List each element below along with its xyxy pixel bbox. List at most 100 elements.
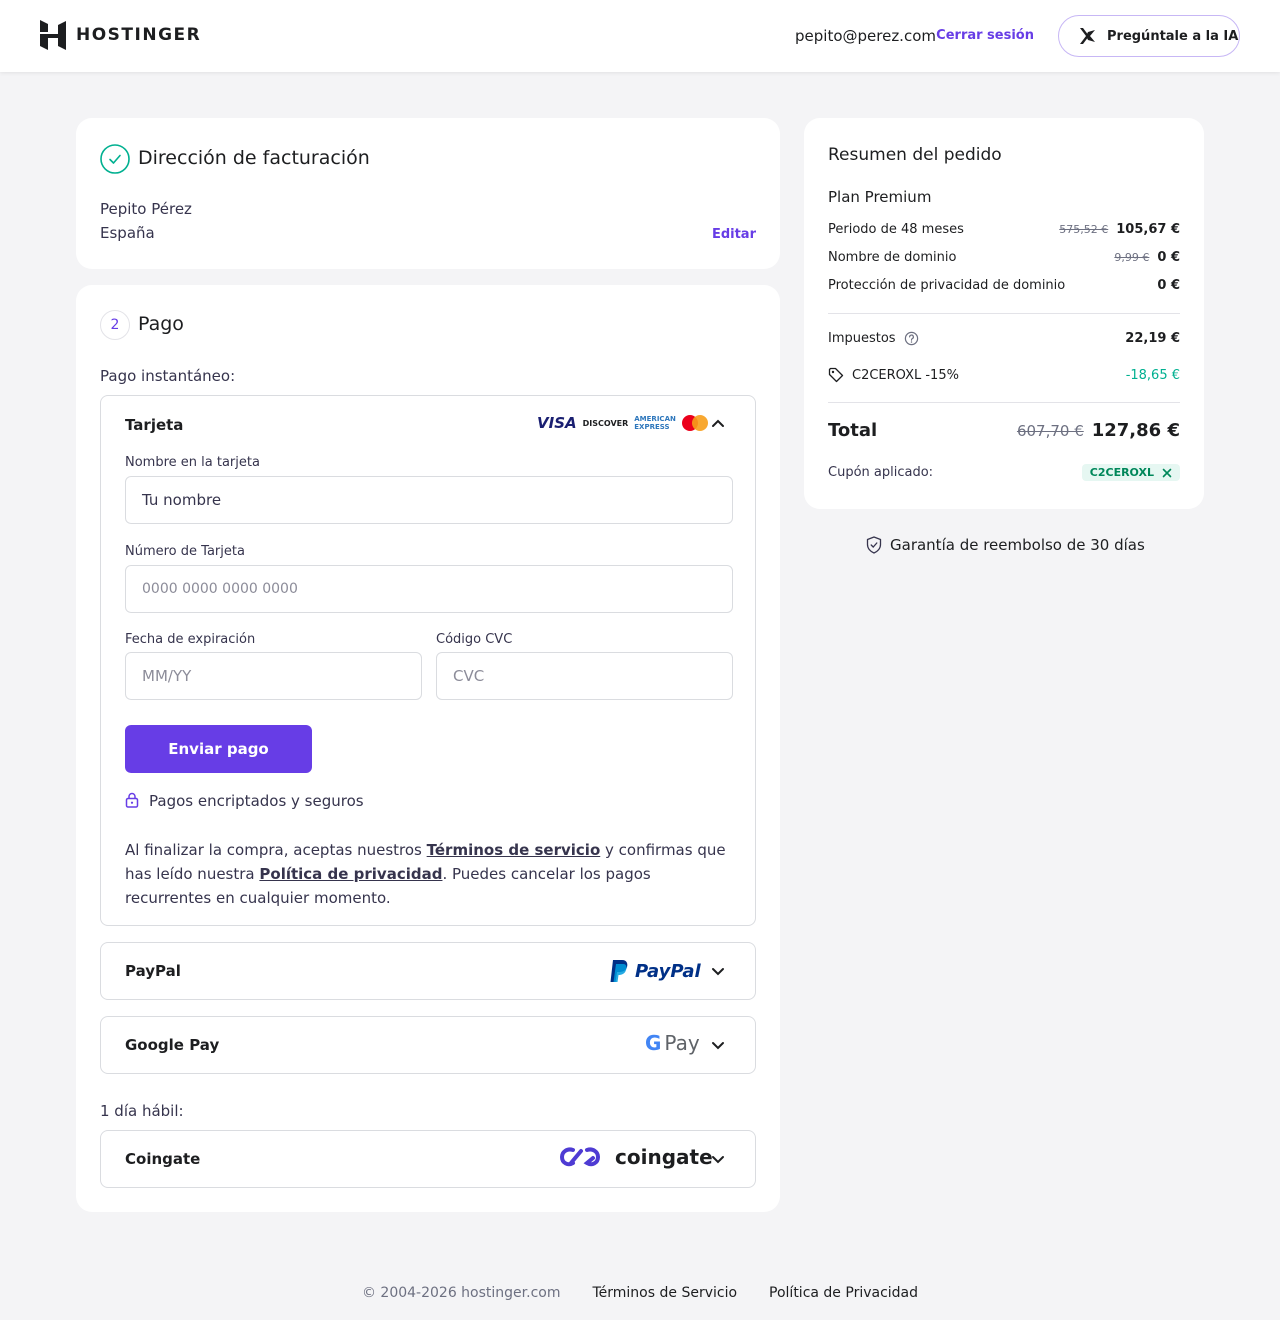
google-pay-logo-text: Pay <box>664 1031 700 1055</box>
mastercard-logo-icon <box>681 415 708 431</box>
payment-title: Pago <box>138 313 184 335</box>
submit-payment-button[interactable]: Enviar pago <box>125 725 312 773</box>
tag-icon <box>828 367 844 383</box>
order-summary-card: Resumen del pedido Plan Premium Periodo … <box>804 118 1204 509</box>
shield-check-icon <box>866 536 882 554</box>
paypal-logo-text: PayPal <box>635 960 701 982</box>
billing-title: Dirección de facturación <box>138 147 370 169</box>
footer-copyright: © 2004-2026 hostinger.com <box>361 1285 561 1301</box>
billing-country: España <box>100 224 155 242</box>
ask-ai-label: Pregúntale a la IA <box>1107 28 1239 44</box>
plan-name: Plan Premium <box>828 188 932 206</box>
summary-row-total: Total 607,70 € 127,86 € <box>828 420 1180 441</box>
row-price: 0 € <box>1157 278 1180 293</box>
chevron-down-icon[interactable] <box>711 1041 725 1051</box>
card-method-label[interactable]: Tarjeta <box>125 416 183 434</box>
paypal-label: PayPal <box>125 962 181 980</box>
summary-divider <box>828 402 1180 403</box>
visa-logo: VISA <box>537 414 577 432</box>
paypal-logo: PayPal <box>609 959 701 983</box>
expiry-input[interactable]: MM/YY <box>125 652 422 700</box>
step-number-badge: 2 <box>100 310 130 340</box>
ask-ai-button[interactable]: Pregúntale a la IA <box>1058 15 1240 57</box>
card-brand-logos: VISA DISCOVER AMERICAN EXPRESS <box>537 414 708 432</box>
row-old-price: 9,99 € <box>1114 251 1150 264</box>
terms-text-1: Al finalizar la compra, aceptas nuestros <box>125 841 427 859</box>
card-name-label: Nombre en la tarjeta <box>125 455 260 470</box>
amex-logo: AMERICAN EXPRESS <box>634 415 676 431</box>
card-number-label: Número de Tarjeta <box>125 544 245 559</box>
page-footer: © 2004-2026 hostinger.com Términos de Se… <box>0 1285 1280 1301</box>
taxes-label: Impuestos <box>828 331 896 346</box>
row-label: Nombre de dominio <box>828 250 957 265</box>
coingate-logo-text: coingate <box>615 1145 713 1169</box>
summary-row-taxes: Impuestos 22,19 € <box>828 331 1180 346</box>
google-pay-logo: G Pay <box>645 1031 700 1055</box>
cvc-input[interactable]: CVC <box>436 652 733 700</box>
total-price: 127,86 € <box>1091 420 1180 441</box>
edit-billing-link[interactable]: Editar <box>712 227 756 242</box>
paypal-p-icon <box>610 960 628 982</box>
hostinger-logo[interactable]: HOSTINGER <box>40 20 201 50</box>
hostinger-logo-icon <box>40 20 66 50</box>
check-circle-icon <box>100 144 130 174</box>
row-label: Periodo de 48 meses <box>828 222 964 237</box>
summary-row-domain: Nombre de dominio 9,99 € 0 € <box>828 250 1180 265</box>
row-label: Protección de privacidad de dominio <box>828 278 1066 293</box>
instant-payment-label: Pago instantáneo: <box>100 367 236 385</box>
guarantee-text: Garantía de reembolso de 30 días <box>890 536 1145 554</box>
top-header: HOSTINGER pepito@perez.com Cerrar sesión… <box>0 0 1280 72</box>
user-email: pepito@perez.com <box>795 27 936 45</box>
ai-sparkle-icon <box>1080 28 1095 44</box>
coupon-chip: C2CEROXL <box>1081 464 1180 481</box>
summary-row-coupon: C2CEROXL -15% -18,65 € <box>828 367 1180 383</box>
summary-row-coupon-applied: Cupón aplicado: C2CEROXL <box>828 464 1180 481</box>
coingate-payment-method[interactable]: Coingate coingate <box>100 1130 756 1188</box>
row-old-price: 575,52 € <box>1059 223 1109 236</box>
coupon-line-label: C2CEROXL -15% <box>852 367 959 383</box>
coupon-applied-label: Cupón aplicado: <box>828 465 934 480</box>
chevron-up-icon[interactable] <box>711 418 725 428</box>
row-price: 105,67 € <box>1116 222 1180 237</box>
taxes-value: 22,19 € <box>1125 331 1180 346</box>
chevron-down-icon[interactable] <box>711 1155 725 1165</box>
google-pay-payment-method[interactable]: Google Pay G Pay <box>100 1016 756 1074</box>
help-circle-icon[interactable] <box>904 331 919 346</box>
secure-payments-text: Pagos encriptados y seguros <box>149 792 364 810</box>
summary-row-privacy: Protección de privacidad de dominio 0 € <box>828 278 1180 293</box>
coingate-label: Coingate <box>125 1150 201 1168</box>
total-old-price: 607,70 € <box>1016 422 1084 440</box>
summary-divider <box>828 313 1180 314</box>
google-pay-label: Google Pay <box>125 1036 220 1054</box>
card-name-input[interactable]: Tu nombre <box>125 476 733 524</box>
row-price: 0 € <box>1157 250 1180 265</box>
footer-privacy-link[interactable]: Política de Privacidad <box>769 1285 918 1301</box>
coupon-code: C2CEROXL <box>1089 466 1154 479</box>
remove-coupon-icon[interactable] <box>1162 468 1172 478</box>
summary-title: Resumen del pedido <box>828 145 1002 165</box>
logo-text: HOSTINGER <box>76 25 202 45</box>
footer-terms-link[interactable]: Términos de Servicio <box>592 1285 737 1301</box>
card-number-input[interactable]: 0000 0000 0000 0000 <box>125 565 733 613</box>
card-payment-method: Tarjeta VISA DISCOVER AMERICAN EXPRESS N… <box>100 395 756 926</box>
cvc-label: Código CVC <box>436 632 513 647</box>
discover-logo: DISCOVER <box>582 418 629 428</box>
terms-of-service-link[interactable]: Términos de servicio <box>427 841 601 859</box>
total-label: Total <box>828 420 878 441</box>
lock-icon <box>125 792 139 808</box>
billing-name: Pepito Pérez <box>100 200 192 218</box>
business-day-label: 1 día hábil: <box>100 1102 184 1120</box>
chevron-down-icon[interactable] <box>711 967 725 977</box>
amex-line-1: AMERICAN <box>634 415 676 423</box>
logout-link[interactable]: Cerrar sesión <box>936 28 1034 43</box>
money-back-guarantee: Garantía de reembolso de 30 días <box>866 536 1145 554</box>
coingate-logo: coingate <box>559 1145 713 1169</box>
billing-address-card: Dirección de facturación Pepito Pérez Es… <box>76 118 780 269</box>
expiry-label: Fecha de expiración <box>125 632 256 647</box>
privacy-policy-link[interactable]: Política de privacidad <box>259 865 442 883</box>
summary-row-period: Periodo de 48 meses 575,52 € 105,67 € <box>828 222 1180 237</box>
amex-line-2: EXPRESS <box>634 423 670 431</box>
coupon-line-value: -18,65 € <box>1125 367 1180 383</box>
paypal-payment-method[interactable]: PayPal PayPal <box>100 942 756 1000</box>
coingate-mark-icon <box>559 1147 601 1167</box>
